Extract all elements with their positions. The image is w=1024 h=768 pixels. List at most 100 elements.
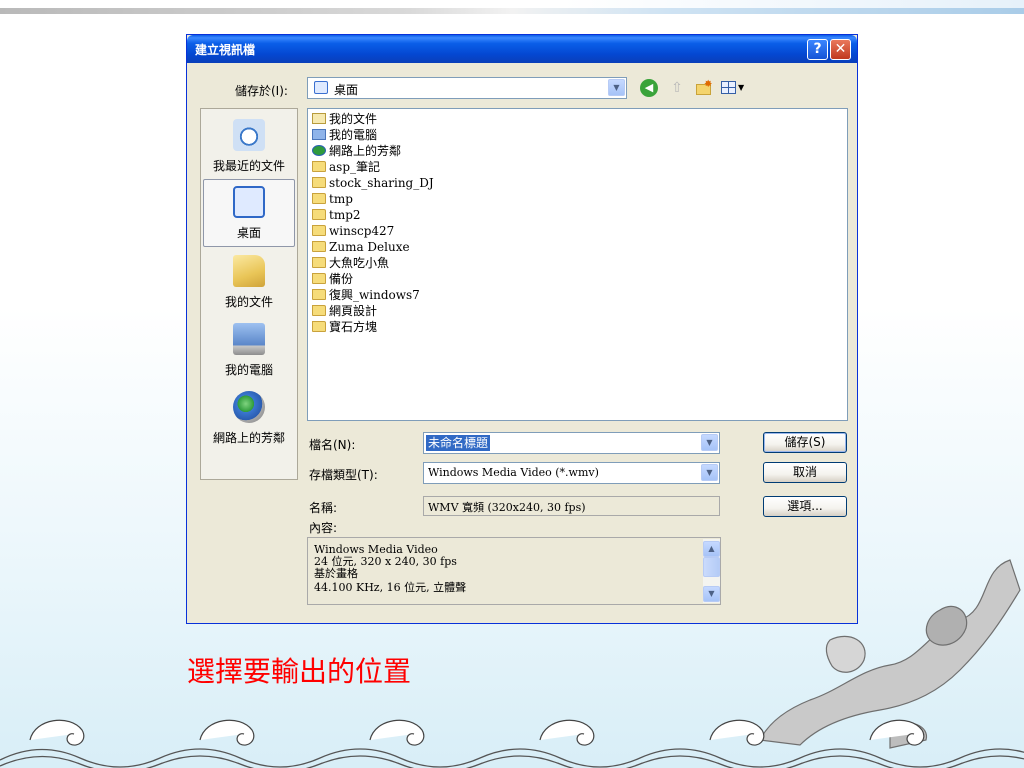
folder-icon xyxy=(312,209,326,220)
place-label: 我最近的文件 xyxy=(212,159,285,173)
profile-name-label: 名稱: xyxy=(309,501,338,515)
file-name: tmp2 xyxy=(329,208,361,222)
desktop-icon xyxy=(314,81,328,94)
scroll-thumb[interactable] xyxy=(703,557,720,577)
list-item[interactable]: 網路上的芳鄰 xyxy=(312,143,401,159)
description-line: Windows Media Video xyxy=(314,543,438,556)
slide-top-rule xyxy=(0,8,1024,14)
create-video-file-dialog: 建立視訊檔 ? ✕ 儲存於(I): 桌面 ▼ ◀ ⇧ ✸ ▼ 我最近的文件 桌面… xyxy=(186,34,858,624)
chevron-down-icon[interactable]: ▼ xyxy=(701,434,718,451)
filename-value: 未命名標題 xyxy=(426,435,491,451)
description-line: 24 位元, 320 x 240, 30 fps xyxy=(314,555,457,568)
list-item[interactable]: 大魚吃小魚 xyxy=(312,255,389,271)
folder-icon xyxy=(312,289,326,300)
views-menu-icon[interactable]: ▼ xyxy=(721,79,749,97)
up-folder-icon[interactable]: ⇧ xyxy=(668,79,686,97)
description-line: 基於畫格 xyxy=(314,567,358,580)
folder-icon xyxy=(312,257,326,268)
chevron-down-icon[interactable]: ▼ xyxy=(701,464,718,481)
network-places-icon xyxy=(233,391,265,423)
file-name: 寶石方塊 xyxy=(329,320,378,334)
file-name: tmp xyxy=(329,192,353,206)
dialog-titlebar[interactable]: 建立視訊檔 ? ✕ xyxy=(187,35,857,63)
folder-icon xyxy=(312,161,326,172)
filetype-value: Windows Media Video (*.wmv) xyxy=(428,466,599,479)
list-item[interactable]: Zuma Deluxe xyxy=(312,239,410,255)
folder-icon xyxy=(312,177,326,188)
places-bar: 我最近的文件 桌面 我的文件 我的電腦 網路上的芳鄰 xyxy=(200,108,298,480)
back-icon[interactable]: ◀ xyxy=(640,79,658,97)
my-documents-icon xyxy=(233,255,265,287)
network-icon xyxy=(312,145,326,156)
file-name: stock_sharing_DJ xyxy=(329,176,434,190)
list-item[interactable]: 備份 xyxy=(312,271,353,287)
file-name: 我的文件 xyxy=(329,112,378,126)
recent-documents-icon xyxy=(233,119,265,151)
place-label: 我的電腦 xyxy=(224,363,273,377)
slide-top-band xyxy=(0,0,1024,8)
description-line: 44.100 KHz, 16 位元, 立體聲 xyxy=(314,581,467,594)
save-button[interactable]: 儲存(S) xyxy=(763,432,847,453)
list-item[interactable]: tmp2 xyxy=(312,207,361,223)
file-name: 網頁設計 xyxy=(329,304,378,318)
save-in-label: 儲存於(I): xyxy=(235,84,288,98)
file-name: winscp427 xyxy=(329,224,395,238)
description-scrollbar[interactable]: ▲ ▼ xyxy=(703,539,720,603)
new-folder-icon[interactable]: ✸ xyxy=(695,79,713,97)
place-label: 網路上的芳鄰 xyxy=(212,431,285,445)
list-item[interactable]: 我的電腦 xyxy=(312,127,377,143)
dialog-title: 建立視訊檔 xyxy=(195,43,256,57)
place-recent-documents[interactable]: 我最近的文件 xyxy=(201,113,297,179)
folder-icon xyxy=(312,241,326,252)
cancel-button[interactable]: 取消 xyxy=(763,462,847,483)
place-my-computer[interactable]: 我的電腦 xyxy=(201,317,297,383)
list-item[interactable]: 我的文件 xyxy=(312,111,377,127)
close-button[interactable]: ✕ xyxy=(830,39,851,60)
folder-icon xyxy=(312,305,326,316)
place-label: 我的文件 xyxy=(224,295,273,309)
options-button[interactable]: 選項... xyxy=(763,496,847,517)
file-name: 復興_windows7 xyxy=(329,288,420,302)
list-item[interactable]: stock_sharing_DJ xyxy=(312,175,434,191)
file-name: 備份 xyxy=(329,272,354,286)
place-network[interactable]: 網路上的芳鄰 xyxy=(201,385,297,451)
profile-description: Windows Media Video 24 位元, 320 x 240, 30… xyxy=(307,537,721,605)
list-item[interactable]: winscp427 xyxy=(312,223,394,239)
place-label: 桌面 xyxy=(236,226,261,240)
desktop-icon xyxy=(233,186,265,218)
filename-label: 檔名(N): xyxy=(309,438,356,452)
file-name: 網路上的芳鄰 xyxy=(329,144,402,158)
filetype-dropdown[interactable]: Windows Media Video (*.wmv) ▼ xyxy=(423,462,720,484)
filetype-label: 存檔類型(T): xyxy=(309,468,378,482)
scroll-up-icon[interactable]: ▲ xyxy=(703,541,720,557)
chevron-down-icon[interactable]: ▼ xyxy=(608,79,625,96)
profile-name-field: WMV 寬頻 (320x240, 30 fps) xyxy=(423,496,720,516)
slide-caption: 選擇要輸出的位置 xyxy=(187,655,412,688)
profile-name-value: WMV 寬頻 (320x240, 30 fps) xyxy=(428,501,586,514)
my-computer-icon xyxy=(233,323,265,355)
list-item[interactable]: 寶石方塊 xyxy=(312,319,377,335)
file-name: 我的電腦 xyxy=(329,128,378,142)
computer-icon xyxy=(312,129,326,140)
content-label: 內容: xyxy=(309,521,338,535)
list-item[interactable]: tmp xyxy=(312,191,353,207)
folder-icon xyxy=(312,193,326,204)
folder-icon xyxy=(312,225,326,236)
scroll-down-icon[interactable]: ▼ xyxy=(703,586,720,602)
list-item[interactable]: 復興_windows7 xyxy=(312,287,420,303)
documents-icon xyxy=(312,113,326,124)
file-name: asp_筆記 xyxy=(329,160,380,174)
folder-icon xyxy=(312,321,326,332)
place-desktop[interactable]: 桌面 xyxy=(203,179,295,247)
file-name: 大魚吃小魚 xyxy=(329,256,390,270)
place-my-documents[interactable]: 我的文件 xyxy=(201,249,297,315)
file-list[interactable]: 我的文件 我的電腦 網路上的芳鄰 asp_筆記 stock_sharing_DJ… xyxy=(307,108,848,421)
save-in-value: 桌面 xyxy=(334,83,359,97)
list-item[interactable]: asp_筆記 xyxy=(312,159,380,175)
filename-field[interactable]: 未命名標題 ▼ xyxy=(423,432,720,454)
folder-icon xyxy=(312,273,326,284)
save-in-dropdown[interactable]: 桌面 ▼ xyxy=(307,77,627,99)
wave-border-decoration xyxy=(0,719,1024,768)
list-item[interactable]: 網頁設計 xyxy=(312,303,377,319)
help-button[interactable]: ? xyxy=(807,39,828,60)
